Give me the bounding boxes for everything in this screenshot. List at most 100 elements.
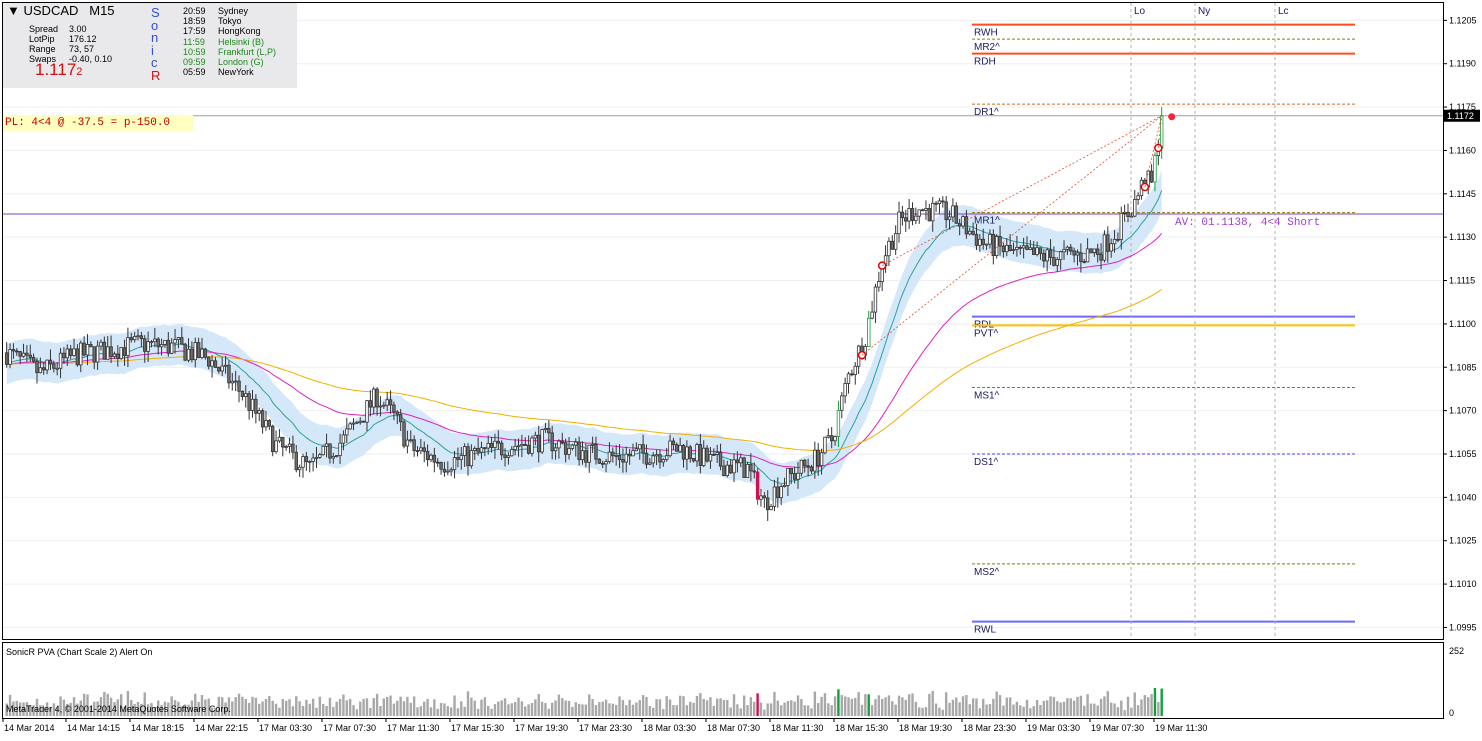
candle-body <box>217 367 221 372</box>
volume-bar <box>278 707 281 716</box>
candle-body <box>850 373 854 376</box>
candle-body <box>631 450 635 457</box>
volume-bar <box>934 703 938 716</box>
volume-bar <box>348 698 352 716</box>
candle-body <box>1126 211 1130 217</box>
candle-body <box>651 455 655 464</box>
candle-body <box>661 459 666 463</box>
volume-bar <box>652 707 655 716</box>
candle-body <box>55 367 59 370</box>
volume-bar <box>281 698 285 716</box>
collapse-triangle-icon[interactable]: ▼ <box>7 3 20 18</box>
volume-bar <box>675 705 678 716</box>
candle-body <box>355 421 359 424</box>
candle-body <box>941 200 945 203</box>
volume-bar <box>739 708 742 716</box>
volume-bar <box>1160 688 1163 716</box>
candle-body <box>267 420 272 427</box>
candle-body <box>1102 234 1107 261</box>
candle-body <box>1129 215 1134 218</box>
candle-body <box>675 444 679 452</box>
candle-body <box>779 486 783 499</box>
volume-bar <box>982 698 985 716</box>
candle-body <box>1079 252 1083 262</box>
volume-bar <box>456 708 460 716</box>
volume-bar <box>1116 707 1120 716</box>
chart-window[interactable]: RWH MR2^ RDH DR1^ MR1^ RDL PVT^ MS1^ DS1^ MS2^ RWL… <box>0 0 1482 736</box>
volume-bar <box>429 707 433 716</box>
candle-body <box>991 233 996 257</box>
volume-bar <box>864 694 867 716</box>
level-label: MR1^ <box>974 216 1000 227</box>
candle-body <box>587 444 591 463</box>
volume-bar <box>362 698 365 716</box>
volume-bar <box>544 703 547 716</box>
level-label: RDH <box>974 57 996 68</box>
volume-bar <box>678 695 682 716</box>
volume-bar <box>574 702 577 716</box>
timeframe-label: M15 <box>89 3 115 18</box>
volume-bar <box>480 699 483 716</box>
candle-body <box>988 233 992 245</box>
volume-max-label: 252 <box>1449 646 1464 656</box>
candle-body <box>469 450 474 467</box>
candle-body <box>547 427 551 434</box>
volume-bar <box>254 697 258 716</box>
volume-bar <box>860 704 864 716</box>
candle-body <box>163 339 167 345</box>
candle-body <box>82 342 86 356</box>
candle-body <box>1122 211 1127 214</box>
candle-body <box>254 398 258 414</box>
candle-body <box>18 351 22 357</box>
candle-body <box>176 337 181 340</box>
volume-bar <box>308 703 311 716</box>
candle-body <box>1058 251 1063 260</box>
price-chart[interactable]: RWHMR2^RDHDR1^MR1^RDLPVT^MS1^DS1^MS2^RWL… <box>0 0 1482 736</box>
candle-body <box>742 457 746 478</box>
candle-body <box>35 360 39 374</box>
candle-body <box>567 448 571 455</box>
volume-bar <box>261 701 264 716</box>
volume-bar <box>328 697 332 716</box>
volume-bar <box>978 708 982 716</box>
candle-body <box>230 380 234 384</box>
volume-bar <box>631 704 635 716</box>
candle-body <box>1021 245 1026 249</box>
candle-body <box>984 243 989 246</box>
candle-body <box>510 449 514 457</box>
y-tick-label: 1.1055 <box>1449 449 1477 459</box>
level-label: MR2^ <box>974 42 1000 53</box>
candle-body <box>786 468 790 486</box>
volume-bar <box>375 693 379 716</box>
volume-bar <box>736 704 739 716</box>
volume-bar <box>628 699 631 716</box>
candle-body <box>250 398 255 411</box>
candle-body <box>75 348 80 366</box>
main-chart-frame <box>2 2 1444 640</box>
volume-bar <box>1157 702 1160 716</box>
volume-bar <box>1133 692 1136 716</box>
candle-body <box>38 367 43 374</box>
volume-bar <box>1103 696 1106 716</box>
volume-bar <box>891 701 894 716</box>
candle-body <box>681 444 686 460</box>
volume-bar <box>719 698 722 716</box>
candle-body <box>398 413 403 423</box>
volume-bar <box>638 700 641 716</box>
volume-bar <box>537 694 540 716</box>
candle-body <box>419 447 423 452</box>
x-tick-label: 18 Mar 03:30 <box>643 723 696 733</box>
candle-body <box>792 473 797 480</box>
candle-body <box>526 444 531 454</box>
volume-bar <box>264 698 268 716</box>
candle-body <box>409 439 413 442</box>
volume-bar <box>914 701 918 716</box>
volume-bar <box>911 693 914 716</box>
volume-bar <box>436 708 439 716</box>
x-tick-label: 17 Mar 03:30 <box>259 723 312 733</box>
candle-body <box>823 436 827 454</box>
candle-body <box>574 441 578 446</box>
volume-bar <box>793 701 796 716</box>
candle-body <box>1069 246 1073 252</box>
y-tick-label: 1.1145 <box>1449 189 1476 199</box>
